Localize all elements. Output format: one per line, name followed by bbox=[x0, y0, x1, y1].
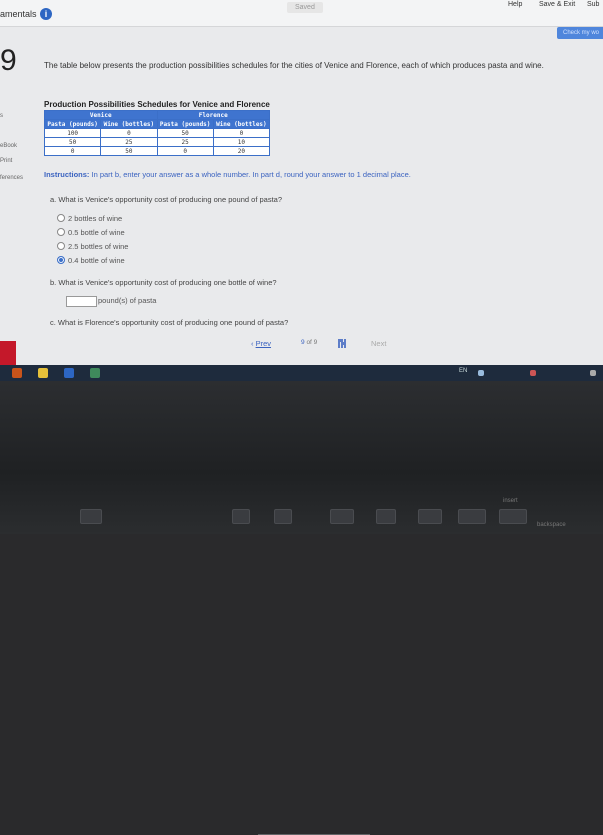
language-indicator[interactable]: EN bbox=[459, 368, 467, 374]
table-cell: 10 bbox=[212, 137, 271, 147]
keyboard-key bbox=[418, 509, 442, 524]
keyboard-key bbox=[330, 509, 354, 524]
keyboard-key bbox=[80, 509, 102, 524]
question-number: 9 bbox=[0, 44, 17, 77]
table-row: 50 25 25 10 bbox=[43, 137, 271, 147]
table-cell: 25 bbox=[100, 137, 158, 147]
keyboard-key bbox=[458, 509, 486, 524]
keyboard-key bbox=[274, 509, 292, 524]
folder-icon[interactable] bbox=[38, 368, 48, 378]
table-cell: 0 bbox=[212, 128, 271, 138]
group-header: Florence bbox=[156, 110, 270, 120]
question-intro: The table below presents the production … bbox=[44, 61, 544, 70]
table-title: Production Possibilities Schedules for V… bbox=[44, 100, 270, 109]
grid-icon[interactable] bbox=[338, 339, 347, 348]
total-pages: 9 bbox=[313, 339, 318, 346]
table-cell: 0 bbox=[156, 146, 214, 156]
option-a[interactable]: 2 bottles of wine bbox=[57, 214, 122, 223]
table-row: 0 50 0 20 bbox=[43, 146, 271, 156]
instructions-label: Instructions: bbox=[44, 170, 90, 179]
store-icon[interactable] bbox=[64, 368, 74, 378]
table-cell: 50 bbox=[156, 128, 214, 138]
app-icon[interactable] bbox=[12, 368, 22, 378]
help-link[interactable]: Help bbox=[508, 1, 522, 8]
side-references[interactable]: ferences bbox=[0, 175, 23, 181]
table-cell: 50 bbox=[100, 146, 158, 156]
browser-screen: amentals i Saved Help Save & Exit Sub Ch… bbox=[0, 0, 603, 365]
network-icon[interactable] bbox=[478, 370, 484, 376]
radio-button[interactable] bbox=[57, 228, 65, 236]
top-bar: amentals i Saved Help Save & Exit Sub bbox=[0, 0, 603, 27]
prev-button[interactable]: ‹ Prev bbox=[251, 339, 271, 348]
radio-button-selected[interactable] bbox=[57, 256, 65, 264]
table-cell: 20 bbox=[212, 146, 271, 156]
backspace-key-label: backspace bbox=[537, 522, 566, 528]
check-my-work-button[interactable]: Check my wo bbox=[557, 27, 603, 39]
table-cell: 25 bbox=[156, 137, 214, 147]
option-b[interactable]: 0.5 bottle of wine bbox=[57, 228, 125, 237]
column-header: Pasta (pounds) bbox=[156, 119, 214, 129]
side-ebook[interactable]: eBook bbox=[0, 143, 17, 149]
notification-icon[interactable] bbox=[530, 370, 536, 376]
submit-link[interactable]: Sub bbox=[587, 1, 599, 8]
prev-label: Prev bbox=[255, 339, 272, 348]
group-header: Venice bbox=[44, 110, 158, 120]
radio-button[interactable] bbox=[57, 214, 65, 222]
current-page: 9 bbox=[301, 339, 305, 346]
browser-icon[interactable] bbox=[90, 368, 100, 378]
taskbar: EN bbox=[0, 365, 603, 381]
info-icon[interactable]: i bbox=[40, 8, 52, 20]
part-a-prompt: a. What is Venice's opportunity cost of … bbox=[50, 195, 282, 204]
ppf-table: Venice Florence Pasta (pounds) Wine (bot… bbox=[43, 110, 271, 156]
instructions-text: In part b, enter your answer as a whole … bbox=[89, 170, 411, 179]
option-label: 0.4 bottle of wine bbox=[68, 256, 125, 265]
column-header: Pasta (pounds) bbox=[43, 119, 102, 129]
saved-status: Saved bbox=[287, 2, 323, 13]
option-label: 2 bottles of wine bbox=[68, 214, 123, 223]
keyboard-key bbox=[376, 509, 396, 524]
publisher-logo bbox=[0, 341, 16, 365]
table-cell: 50 bbox=[43, 137, 102, 147]
column-header: Wine (bottles) bbox=[100, 119, 158, 129]
insert-key-label: insert bbox=[503, 498, 518, 504]
option-label: 2.5 bottles of wine bbox=[68, 242, 129, 251]
column-header: Wine (bottles) bbox=[212, 119, 271, 129]
keyboard-key bbox=[499, 509, 527, 524]
volume-icon[interactable] bbox=[590, 370, 596, 376]
instructions: Instructions: In part b, enter your answ… bbox=[44, 170, 411, 179]
table-cell: 0 bbox=[100, 128, 158, 138]
page-indicator: 9 of 9 bbox=[301, 339, 317, 346]
breadcrumb[interactable]: amentals bbox=[0, 9, 37, 19]
keyboard-key bbox=[232, 509, 250, 524]
option-label: 0.5 bottle of wine bbox=[68, 228, 125, 237]
of-label: of bbox=[306, 339, 312, 346]
save-exit-link[interactable]: Save & Exit bbox=[539, 1, 575, 8]
side-item[interactable]: s bbox=[0, 113, 3, 119]
option-d[interactable]: 0.4 bottle of wine bbox=[57, 256, 125, 265]
part-c-prompt: c. What is Florence's opportunity cost o… bbox=[50, 318, 289, 327]
part-b-unit: pound(s) of pasta bbox=[98, 296, 157, 305]
table-row: 100 0 50 0 bbox=[43, 128, 271, 138]
side-print[interactable]: Print bbox=[0, 158, 12, 164]
table-cell: 0 bbox=[43, 146, 102, 156]
radio-button[interactable] bbox=[57, 242, 65, 250]
table-cell: 100 bbox=[43, 128, 102, 138]
part-b-answer-input[interactable] bbox=[66, 296, 97, 307]
next-button[interactable]: Next bbox=[371, 339, 386, 348]
part-b-prompt: b. What is Venice's opportunity cost of … bbox=[50, 278, 277, 287]
option-c[interactable]: 2.5 bottles of wine bbox=[57, 242, 128, 251]
